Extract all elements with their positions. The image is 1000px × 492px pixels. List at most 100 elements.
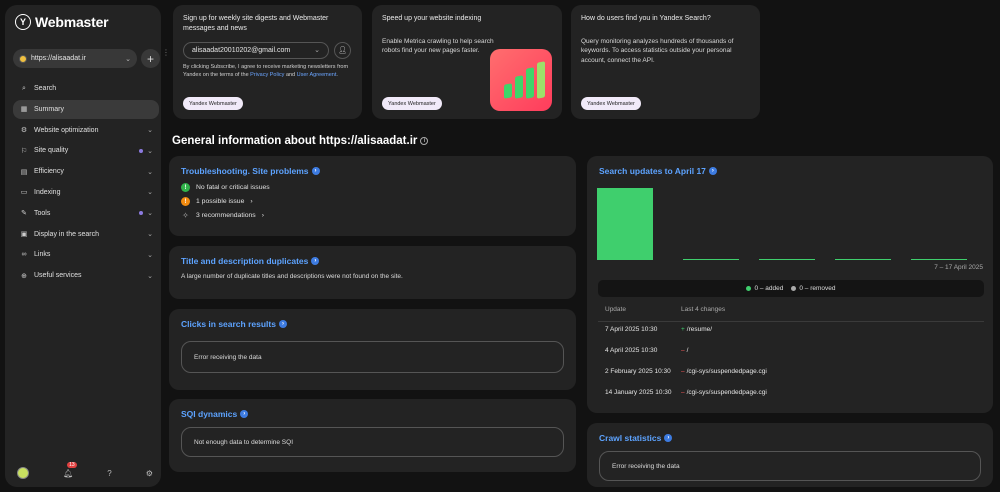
email-row: alisaadat20010202@gmail.com ⌄ 👤︎ [183, 41, 352, 59]
drag-handle-icon[interactable]: ⋮ [162, 48, 170, 57]
tool-icon: ⚙ [20, 127, 28, 135]
sidebar-item-efficiency[interactable]: ▤ Efficiency ⌄ [13, 162, 159, 181]
search-icon: ⌕ [22, 84, 26, 92]
services-icon: ⊕ [21, 272, 27, 280]
legend-added-text: 0 – added [754, 285, 784, 292]
query-monitoring-card[interactable]: How do users find you in Yandex Search? … [571, 5, 760, 119]
sidebar-item-label: Display in the search [34, 230, 99, 238]
display-icon: ▣ [20, 231, 28, 239]
status-recommendations-text: 3 recommendations [196, 212, 256, 219]
row-path[interactable]: / [687, 347, 689, 354]
duplicates-title-text: Title and description duplicates [181, 256, 309, 266]
search-updates-title[interactable]: Search updates to April 17 › [599, 166, 981, 176]
indexing-promo-text: Enable Metrica crawling to help search r… [382, 37, 494, 55]
troubleshooting-title[interactable]: Troubleshooting. Site problems › [181, 166, 564, 176]
index-icon: ▭ [20, 189, 28, 197]
illustration-bar [515, 75, 523, 99]
row-date: 4 April 2025 10:30 [605, 347, 658, 354]
duplicates-title[interactable]: Title and description duplicates › [181, 256, 564, 266]
sidebar-item-search[interactable]: ⌕ Search [13, 79, 159, 98]
chart-bar [597, 188, 653, 260]
table-row: 2 February 2025 10:30 – /cgi-sys/suspend… [605, 368, 981, 375]
indexing-promo-title: Speed up your website indexing [382, 15, 482, 22]
sidebar-item-website-optimization[interactable]: ⚙ Website optimization ⌄ [13, 121, 159, 140]
row-date: 14 January 2025 10:30 [605, 389, 672, 396]
search-updates-chart [597, 184, 977, 260]
help-icon[interactable]: ? [107, 469, 111, 478]
chevron-right-icon: › [250, 198, 253, 205]
chevron-down-icon: ⌄ [147, 231, 153, 239]
row-sign: – [681, 389, 685, 396]
chevron-down-icon: ⌄ [147, 147, 153, 155]
row-date: 2 February 2025 10:30 [605, 368, 671, 375]
sidebar-item-useful-services[interactable]: ⊕ Useful services ⌄ [13, 266, 159, 285]
sidebar-item-indexing[interactable]: ▭ Indexing ⌄ [13, 183, 159, 202]
yandex-webmaster-chip[interactable]: Yandex Webmaster [581, 97, 641, 110]
arrow-right-icon: › [708, 167, 717, 175]
sidebar-item-summary[interactable]: ▦ Summary [13, 99, 159, 119]
row-path[interactable]: /cgi-sys/suspendedpage.cgi [687, 368, 767, 375]
sidebar-item-site-quality[interactable]: ⚐ Site quality ⌄ [13, 141, 159, 160]
row-path[interactable]: /resume/ [687, 326, 712, 333]
clicks-card: Clicks in search results › Error receivi… [169, 309, 576, 390]
warning-icon: ! [181, 197, 190, 206]
subscribe-button[interactable]: 👤︎ [334, 41, 351, 59]
sidebar: Y Webmaster https://alisaadat.ir ⌄ + ⌕ S… [5, 5, 161, 487]
notifications-button[interactable]: 🔔︎ 13 [63, 461, 77, 478]
arrow-right-icon: › [278, 320, 287, 328]
yandex-webmaster-chip[interactable]: Yandex Webmaster [382, 97, 442, 110]
page-title: General information about https://alisaa… [172, 135, 429, 147]
email-select[interactable]: alisaadat20010202@gmail.com ⌄ [183, 41, 329, 59]
chevron-down-icon: ⌄ [125, 55, 131, 63]
quality-icon: ⚐ [20, 147, 28, 155]
chart-icon: ▤ [20, 168, 28, 176]
page-title-text: General information about https://alisaa… [172, 135, 418, 147]
chart-bar [911, 258, 967, 260]
sidebar-item-label: Indexing [34, 188, 61, 196]
clicks-title-text: Clicks in search results [181, 319, 276, 329]
troubleshooting-title-text: Troubleshooting. Site problems [181, 166, 309, 176]
status-recommendations[interactable]: ✧ 3 recommendations › [181, 211, 564, 220]
sidebar-item-links[interactable]: ∞ Links ⌄ [13, 245, 159, 264]
table-row: 14 January 2025 10:30 – /cgi-sys/suspend… [605, 389, 981, 396]
sqi-title[interactable]: SQI dynamics › [181, 409, 564, 419]
crawl-stats-title[interactable]: Crawl statistics › [599, 433, 981, 443]
chevron-down-icon: ⌄ [147, 189, 153, 197]
illustration-bar [504, 83, 512, 99]
sidebar-item-display-in-search[interactable]: ▣ Display in the search ⌄ [13, 225, 159, 244]
clicks-title[interactable]: Clicks in search results › [181, 319, 564, 329]
sidebar-footer: 🔔︎ 13 ? ⚙ [17, 461, 153, 479]
sidebar-item-label: Website optimization [34, 126, 99, 134]
row-path[interactable]: /cgi-sys/suspendedpage.cgi [687, 389, 767, 396]
row-sign: + [681, 326, 685, 333]
subscribe-card: Sign up for weekly site digests and Webm… [173, 5, 362, 119]
gear-icon[interactable]: ⚙ [146, 469, 153, 478]
site-selector[interactable]: https://alisaadat.ir ⌄ [13, 49, 137, 68]
arrow-right-icon: › [240, 410, 249, 418]
status-no-issues: ! No fatal or critical issues [181, 183, 564, 192]
indexing-promo-card[interactable]: Speed up your website indexing Enable Me… [372, 5, 562, 119]
sidebar-item-tools[interactable]: ✎ Tools ⌄ [13, 204, 159, 223]
new-indicator-dot [139, 148, 144, 153]
info-icon[interactable]: i [420, 136, 429, 145]
updates-table-header: Update Last 4 changes [605, 306, 981, 313]
site-selector-value: https://alisaadat.ir [31, 55, 86, 62]
legend-removed: 0 – removed [791, 285, 836, 292]
chevron-down-icon: ⌄ [147, 272, 153, 280]
privacy-policy-link[interactable]: Privacy Policy [250, 72, 284, 78]
growth-chart-illustration [490, 49, 552, 111]
table-row: 4 April 2025 10:30 – / [605, 347, 981, 354]
yandex-webmaster-chip[interactable]: Yandex Webmaster [183, 97, 243, 110]
user-agreement-link[interactable]: User Agreement [297, 72, 337, 78]
webmaster-logo[interactable]: Y Webmaster [15, 14, 109, 30]
status-possible-issue[interactable]: ! 1 possible issue › [181, 197, 564, 206]
illustration-bar [526, 67, 534, 99]
chart-bar [759, 258, 815, 260]
sidebar-item-label: Useful services [34, 272, 82, 280]
sqi-title-text: SQI dynamics [181, 409, 238, 419]
col-changes: Last 4 changes [681, 306, 726, 313]
row-sign: – [681, 347, 685, 354]
chevron-right-icon: › [261, 212, 264, 219]
avatar[interactable] [17, 467, 29, 479]
add-site-button[interactable]: + [141, 49, 160, 68]
